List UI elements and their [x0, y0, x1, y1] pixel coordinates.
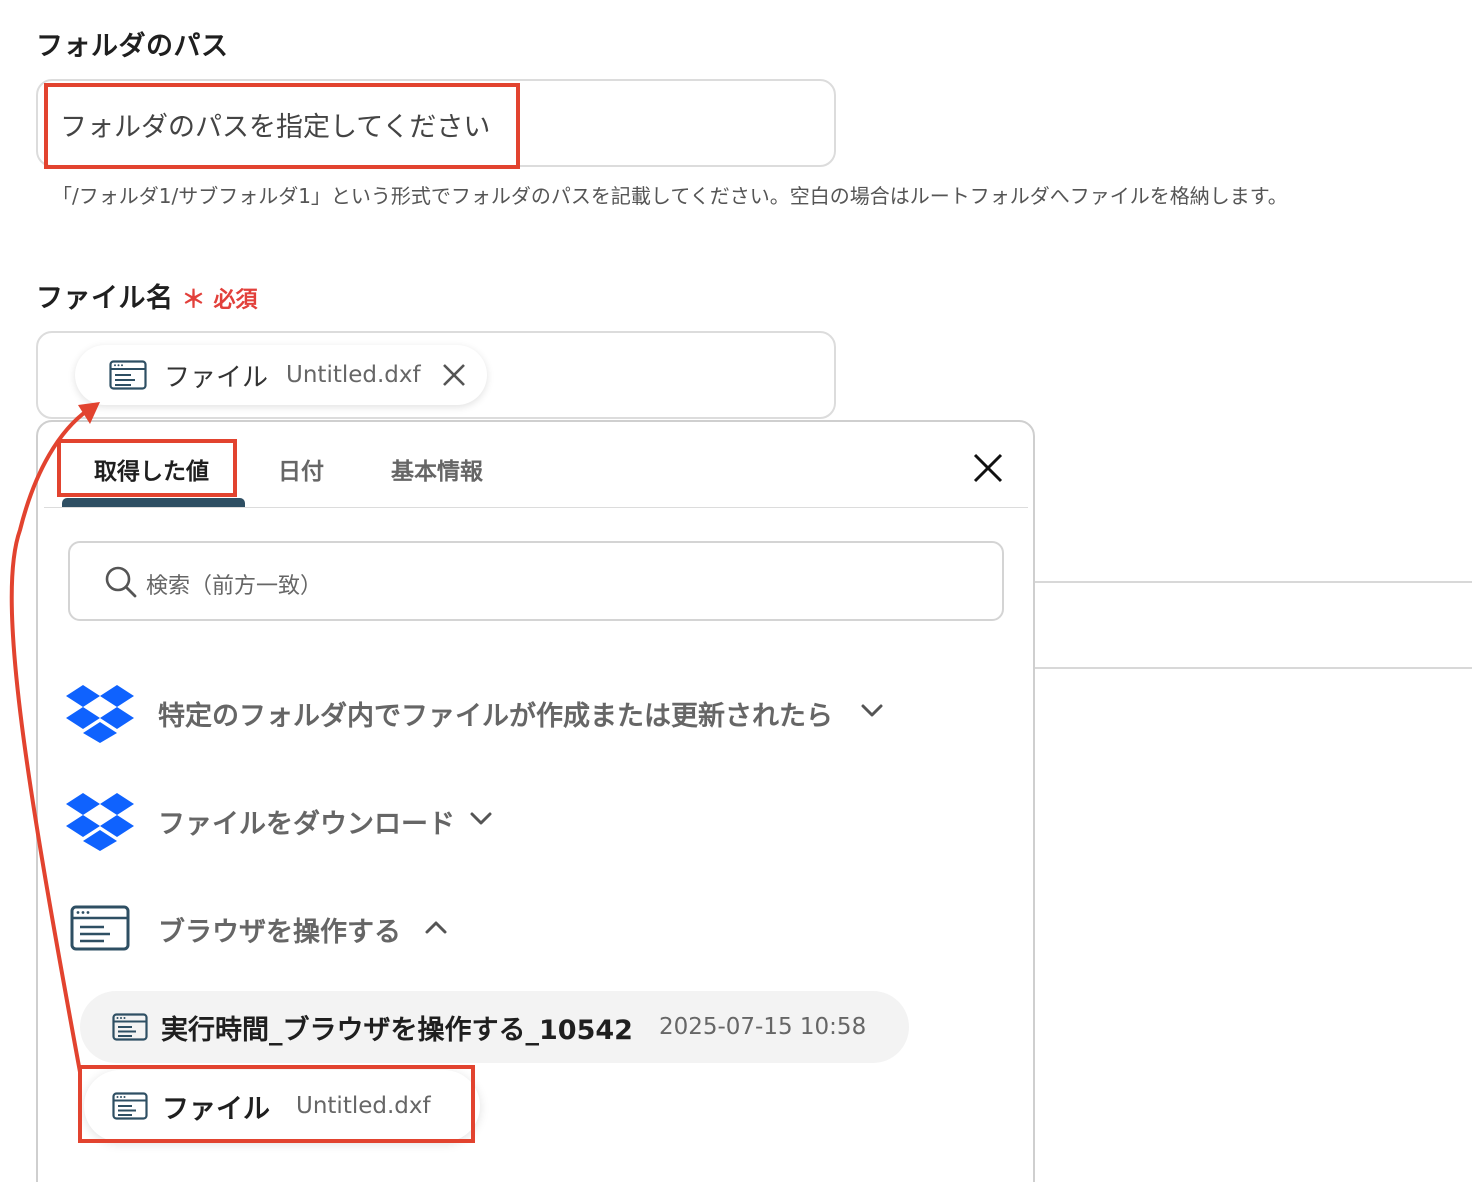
- folder-path-label: フォルダのパス: [36, 31, 229, 62]
- required-badge: 必須: [213, 288, 258, 313]
- active-tab-indicator: [62, 498, 245, 507]
- browser-window-icon: [112, 1013, 148, 1041]
- close-icon[interactable]: [441, 362, 467, 388]
- file-name-label: ファイル名: [36, 283, 174, 314]
- file-name-label-row: ファイル名 ＊ 必須: [36, 276, 258, 315]
- search-placeholder: 検索（前方一致）: [146, 574, 323, 599]
- chevron-down-icon[interactable]: [860, 702, 884, 720]
- group-label[interactable]: ブラウザを操作する: [158, 910, 401, 949]
- chevron-up-icon[interactable]: [424, 918, 448, 936]
- browser-window-icon: [109, 360, 147, 390]
- browser-window-icon: [70, 905, 130, 951]
- highlight-tab: [57, 439, 237, 497]
- item-value: 2025-07-15 10:58: [658, 1014, 867, 1040]
- background-divider: [1034, 667, 1472, 669]
- highlight-file-item: [78, 1065, 475, 1143]
- file-name-chip-label: ファイル: [164, 362, 269, 393]
- close-icon[interactable]: [972, 452, 1004, 484]
- tab-basic-info[interactable]: 基本情報: [391, 452, 483, 486]
- file-name-chip[interactable]: ファイル Untitled.dxf: [75, 345, 487, 405]
- tab-date[interactable]: 日付: [278, 452, 324, 486]
- list-item[interactable]: 実行時間_ブラウザを操作する_10542 2025-07-15 10:58: [80, 991, 909, 1063]
- tabs-divider: [44, 507, 1028, 508]
- dropbox-icon: [66, 793, 134, 851]
- file-name-chip-value: Untitled.dxf: [286, 362, 421, 388]
- required-asterisk: ＊: [181, 285, 206, 313]
- group-label[interactable]: 特定のフォルダ内でファイルが作成または更新されたら: [158, 694, 833, 733]
- dropbox-icon: [66, 685, 134, 743]
- search-icon: [105, 566, 137, 598]
- background-divider: [1034, 581, 1472, 583]
- folder-path-help: 「/フォルダ1/サブフォルダ1」という形式でフォルダのパスを記載してください。空…: [52, 184, 1288, 208]
- highlight-folder-path: [44, 83, 520, 169]
- item-label: 実行時間_ブラウザを操作する_10542: [161, 1014, 633, 1046]
- group-label[interactable]: ファイルをダウンロード: [158, 802, 455, 841]
- chevron-down-icon[interactable]: [469, 810, 493, 828]
- search-input[interactable]: 検索（前方一致）: [68, 541, 1004, 621]
